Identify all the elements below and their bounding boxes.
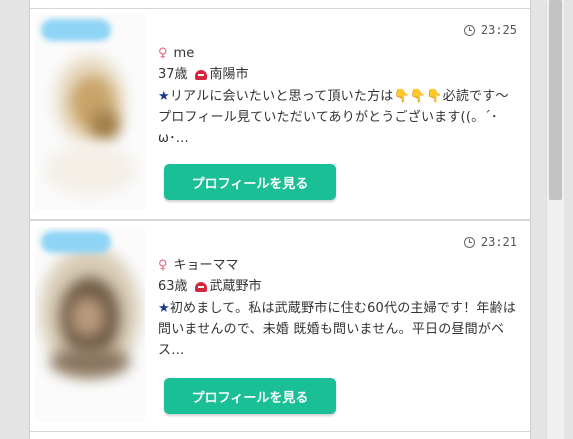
female-icon: ♀ [158,258,168,273]
profile-info: ♀ キョーママ 63歳 武蔵野市 ★初めまして。私は武蔵野市に住む60代の主婦で… [158,255,520,361]
female-icon: ♀ [158,46,168,61]
profile-message: ★初めまして。私は武蔵野市に住む60代の主婦です！年齢は問いませんので、未婚 既… [158,298,520,361]
user-age: 63歳 [158,279,188,294]
photo-badge [41,231,111,253]
location-pin-icon [194,281,207,292]
profile-message: ★リアルに会いたいと思って頂いた方は👇👇👇必読です〜プロフィール見ていただいてあ… [158,86,520,149]
photo-badge [41,19,111,41]
clock-icon [463,236,475,248]
profile-card[interactable]: 23:21 ♀ キョーママ 63歳 武蔵野市 ★初めまして。私は武蔵野市に住む6… [30,221,530,433]
post-time: 23:25 [463,23,517,37]
profile-message-text: 初めまして。私は武蔵野市に住む60代の主婦です！年齢は問いませんので、未婚 既婚… [158,301,517,358]
post-time-text: 23:21 [480,235,517,249]
profile-photo[interactable] [35,15,145,210]
user-location: 南陽市 [209,67,249,82]
star-icon: ★ [158,89,170,104]
profile-info: ♀ me 37歳 南陽市 ★リアルに会いたいと思って頂いた方は👇👇👇必読です〜プ… [158,43,520,149]
user-name: me [173,46,195,61]
user-name: キョーママ [173,258,239,273]
star-icon: ★ [158,301,170,316]
user-age: 37歳 [158,67,188,82]
profile-card[interactable]: 23:25 ♀ me 37歳 南陽市 ★リアルに会いたいと思って頂いた方は👇👇👇… [30,8,530,221]
clock-icon [463,24,475,36]
view-profile-button[interactable]: プロフィールを見る [164,164,336,200]
scrollbar-thumb[interactable] [549,0,562,200]
profile-card[interactable] [30,432,530,439]
profile-message-text: リアルに会いたいと思って頂いた方は👇👇👇必読です〜プロフィール見ていただいてあり… [158,89,509,146]
profile-list: 23:25 ♀ me 37歳 南陽市 ★リアルに会いたいと思って頂いた方は👇👇👇… [29,0,531,439]
user-location: 武蔵野市 [209,279,262,294]
scrollbar[interactable] [546,0,564,439]
profile-photo[interactable] [35,227,145,422]
location-pin-icon [194,69,207,80]
view-profile-button[interactable]: プロフィールを見る [164,378,336,414]
post-time-text: 23:25 [480,23,517,37]
post-time: 23:21 [463,235,517,249]
